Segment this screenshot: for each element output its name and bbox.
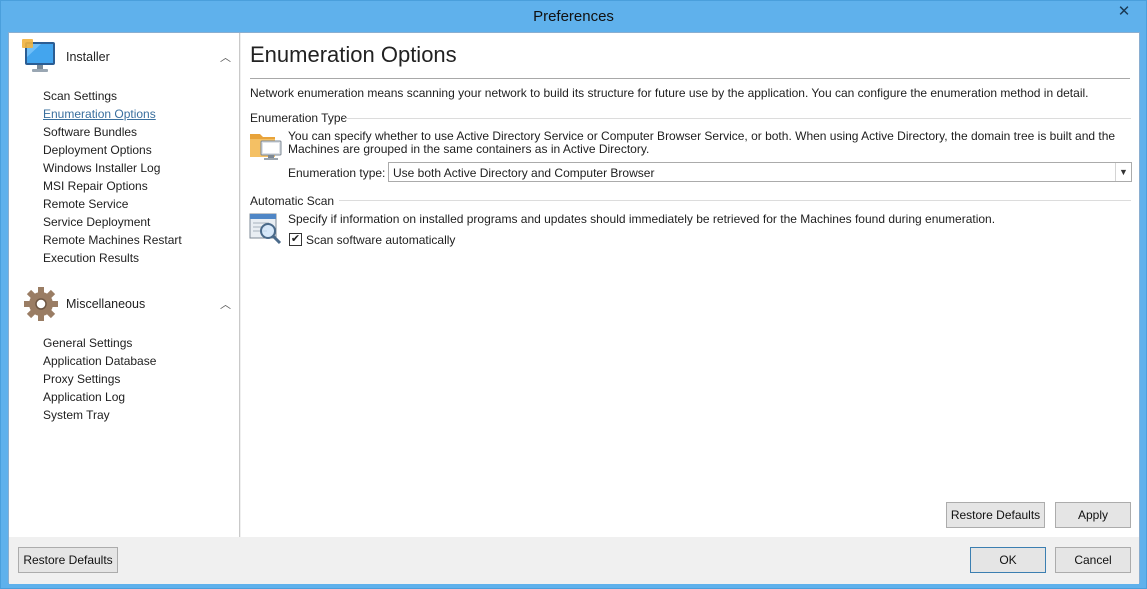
- group-title-miscellaneous: Miscellaneous: [66, 297, 146, 311]
- section-label-enumeration-type: Enumeration Type: [250, 111, 348, 125]
- client-area: Installer ︿ Scan Settings Enumeration Op…: [8, 32, 1140, 584]
- sidebar-item-application-database[interactable]: Application Database: [43, 352, 156, 370]
- sidebar-item-remote-machines-restart[interactable]: Remote Machines Restart: [43, 231, 182, 249]
- ok-button[interactable]: OK: [970, 547, 1046, 573]
- sidebar-item-service-deployment[interactable]: Service Deployment: [43, 213, 182, 231]
- sidebar-item-scan-settings[interactable]: Scan Settings: [43, 87, 182, 105]
- section-description-enumeration-type: You can specify whether to use Active Di…: [288, 129, 1116, 156]
- sidebar-item-msi-repair-options[interactable]: MSI Repair Options: [43, 177, 182, 195]
- miscellaneous-nav-list: General Settings Application Database Pr…: [43, 334, 156, 424]
- preferences-window: Preferences ✕ Installer ︿ Scan Settings: [0, 0, 1147, 589]
- cancel-button[interactable]: Cancel: [1055, 547, 1131, 573]
- main-panel: Enumeration Options Network enumeration …: [241, 33, 1139, 537]
- group-header-miscellaneous[interactable]: Miscellaneous ︿: [21, 284, 231, 324]
- folder-computer-icon: [250, 134, 282, 160]
- section-divider: [345, 118, 1131, 119]
- sidebar-item-enumeration-options[interactable]: Enumeration Options: [43, 105, 182, 123]
- sidebar-item-windows-installer-log[interactable]: Windows Installer Log: [43, 159, 182, 177]
- installer-nav-list: Scan Settings Enumeration Options Softwa…: [43, 87, 182, 267]
- restore-defaults-button[interactable]: Restore Defaults: [18, 547, 118, 573]
- enumeration-type-select[interactable]: Use both Active Directory and Computer B…: [388, 162, 1132, 182]
- sidebar-item-proxy-settings[interactable]: Proxy Settings: [43, 370, 156, 388]
- section-divider: [339, 200, 1131, 201]
- page-description: Network enumeration means scanning your …: [250, 86, 1089, 100]
- collapse-chevron-icon[interactable]: ︿: [220, 49, 231, 65]
- title-divider: [250, 78, 1130, 79]
- group-title-installer: Installer: [66, 50, 110, 64]
- dialog-footer: Restore Defaults OK Cancel: [9, 538, 1139, 584]
- close-button[interactable]: ✕: [1110, 2, 1138, 22]
- sidebar-item-deployment-options[interactable]: Deployment Options: [43, 141, 182, 159]
- scan-magnifier-icon: [249, 213, 282, 245]
- sidebar: Installer ︿ Scan Settings Enumeration Op…: [9, 33, 240, 537]
- section-label-automatic-scan: Automatic Scan: [250, 194, 335, 208]
- enumeration-type-label: Enumeration type:: [288, 166, 386, 180]
- gear-icon: [24, 287, 58, 321]
- sidebar-item-execution-results[interactable]: Execution Results: [43, 249, 182, 267]
- sidebar-item-application-log[interactable]: Application Log: [43, 388, 156, 406]
- group-header-installer[interactable]: Installer ︿: [21, 37, 231, 77]
- chevron-down-icon[interactable]: ▼: [1115, 163, 1131, 181]
- window-title: Preferences: [533, 8, 614, 25]
- monitor-icon: [22, 39, 55, 72]
- scan-software-checkbox[interactable]: ✔: [289, 233, 302, 246]
- collapse-chevron-icon[interactable]: ︿: [220, 296, 231, 312]
- scan-software-label[interactable]: Scan software automatically: [306, 233, 455, 247]
- enumeration-type-value: Use both Active Directory and Computer B…: [393, 166, 655, 180]
- sidebar-item-remote-service[interactable]: Remote Service: [43, 195, 182, 213]
- checkmark-icon: ✔: [290, 233, 301, 245]
- apply-button[interactable]: Apply: [1055, 502, 1131, 528]
- title-bar[interactable]: Preferences: [1, 1, 1146, 32]
- page-title: Enumeration Options: [250, 42, 457, 67]
- sidebar-item-software-bundles[interactable]: Software Bundles: [43, 123, 182, 141]
- panel-restore-defaults-button[interactable]: Restore Defaults: [946, 502, 1045, 528]
- section-description-automatic-scan: Specify if information on installed prog…: [288, 212, 996, 226]
- sidebar-item-system-tray[interactable]: System Tray: [43, 406, 156, 424]
- sidebar-item-general-settings[interactable]: General Settings: [43, 334, 156, 352]
